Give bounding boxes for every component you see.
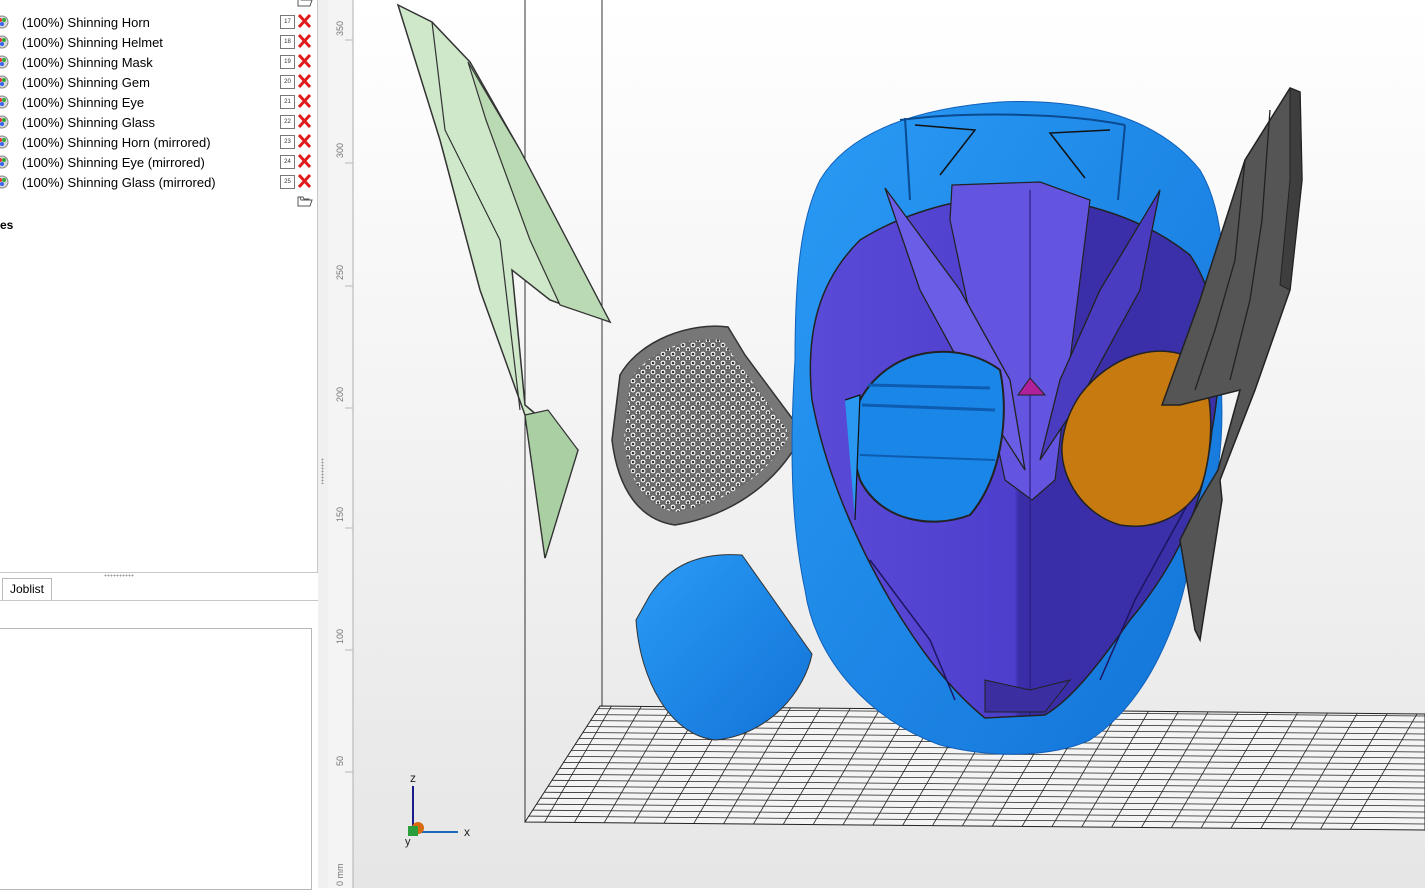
splitter-grip[interactable] [321, 458, 324, 484]
color-config-icon[interactable] [0, 135, 9, 149]
object-row[interactable]: (100%) Shinning Gem 20 [0, 72, 318, 92]
delete-icon[interactable] [297, 13, 312, 29]
tab-bar: Joblist [0, 578, 318, 600]
delete-icon[interactable] [297, 33, 312, 49]
delete-icon[interactable] [297, 153, 312, 169]
delete-icon[interactable] [297, 173, 312, 189]
color-config-icon[interactable] [0, 15, 9, 29]
color-config-icon[interactable] [0, 115, 9, 129]
color-config-icon[interactable] [0, 55, 9, 69]
3d-viewport[interactable]: 350 300 250 200 150 100 50 0 mm z x y [328, 0, 1425, 888]
color-config-icon[interactable] [0, 75, 9, 89]
ruler-tick: 100 [335, 629, 345, 644]
delete-icon[interactable] [297, 113, 312, 129]
object-label: (100%) Shinning Glass (mirrored) [22, 175, 216, 190]
object-label: (100%) Shinning Glass [22, 115, 155, 130]
color-config-icon[interactable] [0, 175, 9, 189]
object-row[interactable]: (100%) Shinning Eye (mirrored) 24 [0, 152, 318, 172]
tab-joblist[interactable]: Joblist [2, 578, 52, 600]
object-number-box[interactable]: 17 [280, 15, 295, 29]
ruler-tick: 50 [335, 756, 345, 766]
delete-icon[interactable] [297, 93, 312, 109]
delete-icon[interactable] [297, 53, 312, 69]
joblist-panel[interactable] [0, 628, 312, 890]
joblist-header [0, 601, 318, 628]
object-row[interactable]: (100%) Shinning Glass 22 [0, 112, 318, 132]
splitter-grip[interactable] [104, 574, 134, 577]
y-axis-label: y [405, 836, 411, 848]
object-label: (100%) Shinning Mask [22, 55, 153, 70]
object-number-box[interactable]: 21 [280, 95, 295, 109]
divider [0, 572, 318, 573]
object-number-box[interactable]: 24 [280, 155, 295, 169]
object-label: (100%) Shinning Gem [22, 75, 150, 90]
delete-icon[interactable] [297, 73, 312, 89]
object-label: (100%) Shinning Horn [22, 15, 150, 30]
splitter-bar[interactable] [318, 0, 328, 888]
color-config-icon[interactable] [0, 155, 9, 169]
object-row[interactable]: (100%) Shinning Glass (mirrored) 25 [0, 172, 318, 192]
color-config-icon[interactable] [0, 35, 9, 49]
object-row[interactable]: (100%) Shinning Helmet 18 [0, 32, 318, 52]
folder-open-icon[interactable] [297, 0, 313, 8]
ruler-tick: 150 [335, 507, 345, 522]
object-row[interactable]: (100%) Shinning Horn 17 [0, 12, 318, 32]
object-row[interactable]: (100%) Shinning Eye 21 [0, 92, 318, 112]
z-axis-label: z [410, 771, 416, 785]
object-number-box[interactable]: 23 [280, 135, 295, 149]
color-config-icon[interactable] [0, 95, 9, 109]
object-row[interactable]: (100%) Shinning Horn (mirrored) 23 [0, 132, 318, 152]
ruler-tick: 200 [335, 387, 345, 402]
z-ruler: 350 300 250 200 150 100 50 0 mm [328, 0, 354, 888]
object-number-box[interactable]: 22 [280, 115, 295, 129]
ruler-tick: 0 mm [335, 864, 345, 887]
section-heading: es [0, 218, 14, 232]
object-number-box[interactable]: 19 [280, 55, 295, 69]
folder-open-icon[interactable] [297, 194, 313, 208]
ruler-tick: 300 [335, 143, 345, 158]
object-number-box[interactable]: 20 [280, 75, 295, 89]
object-label: (100%) Shinning Horn (mirrored) [22, 135, 211, 150]
object-number-box[interactable]: 25 [280, 175, 295, 189]
ruler-tick: 250 [335, 265, 345, 280]
object-row[interactable]: (100%) Shinning Mask 19 [0, 52, 318, 72]
object-label: (100%) Shinning Helmet [22, 35, 163, 50]
x-axis-label: x [464, 825, 470, 839]
object-panel: (100%) Shinning Horn 17 (100%) Shinning … [0, 0, 318, 890]
ruler-tick: 350 [335, 21, 345, 36]
object-label: (100%) Shinning Eye [22, 95, 145, 110]
object-list: (100%) Shinning Horn 17 (100%) Shinning … [0, 12, 318, 192]
object-number-box[interactable]: 18 [280, 35, 295, 49]
object-label: (100%) Shinning Eye (mirrored) [22, 155, 205, 170]
delete-icon[interactable] [297, 133, 312, 149]
